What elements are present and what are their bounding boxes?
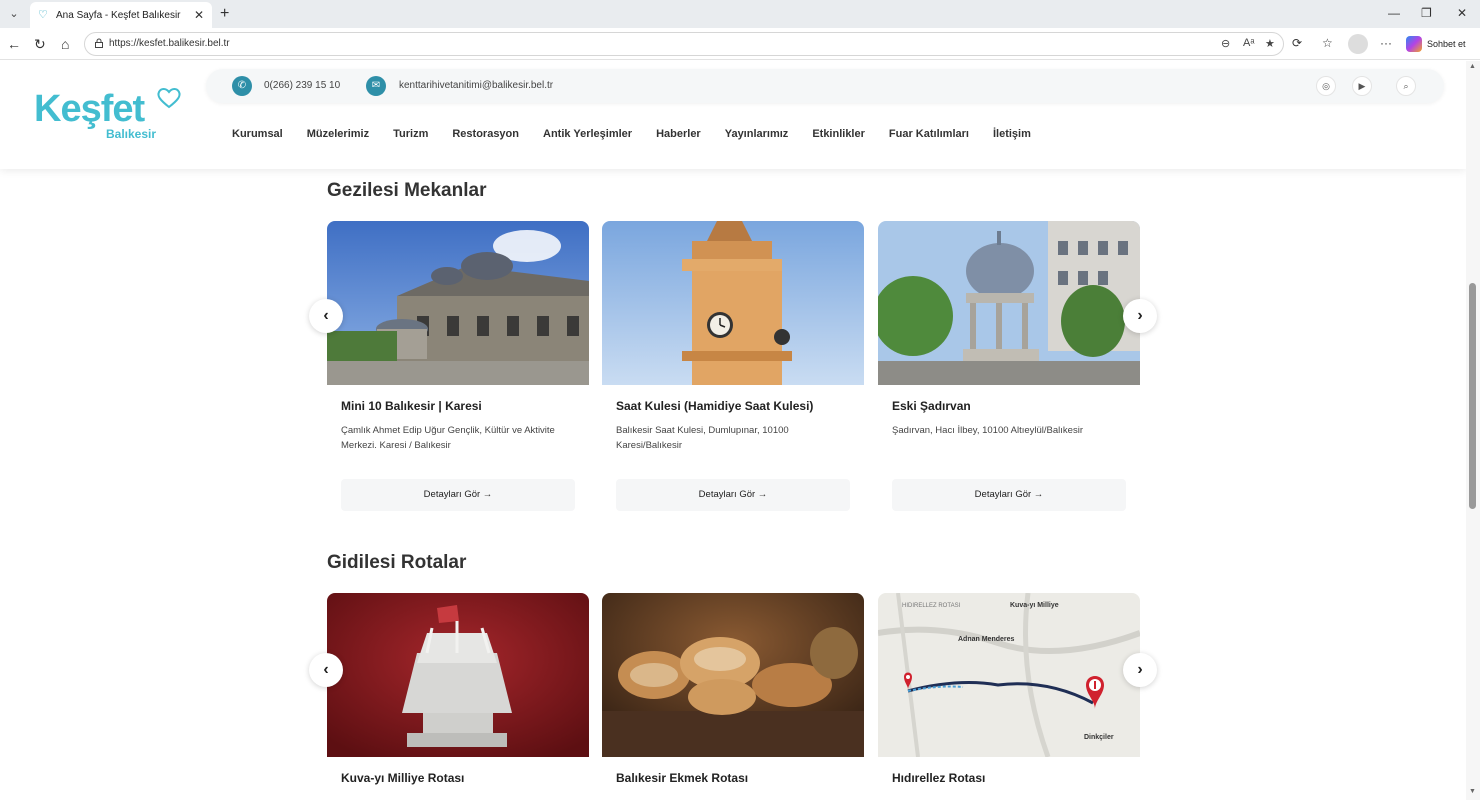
map-dinkciler-label: Dinkçiler xyxy=(1084,734,1114,741)
route-name: Hıdırellez Rotası xyxy=(892,771,986,785)
read-aloud-icon[interactable]: Aᵃ xyxy=(1243,37,1254,49)
scroll-up-icon[interactable]: ▲ xyxy=(1469,63,1476,70)
more-options-icon[interactable]: ··· xyxy=(1380,36,1392,50)
places-next-arrow-icon[interactable]: › xyxy=(1123,299,1157,333)
places-prev-arrow-icon[interactable]: ‹ xyxy=(309,299,343,333)
route-card[interactable]: Kuva-yı Milliye Rotası xyxy=(327,593,589,785)
heart-icon xyxy=(157,88,181,109)
scrollbar-thumb[interactable] xyxy=(1469,283,1476,509)
place-image-fountain xyxy=(878,221,1140,385)
copilot-button[interactable]: Sohbet et xyxy=(1406,36,1466,52)
email-address[interactable]: kenttarihivetanitimi@balikesir.bel.tr xyxy=(399,80,553,91)
place-name: Saat Kulesi (Hamidiye Saat Kulesi) xyxy=(616,399,814,413)
details-button[interactable]: Detayları Gör → xyxy=(892,479,1126,511)
details-button[interactable]: Detayları Gör → xyxy=(616,479,850,511)
lock-icon xyxy=(95,38,103,48)
menu-item-iletisim[interactable]: İletişim xyxy=(993,128,1031,140)
profile-avatar[interactable] xyxy=(1348,34,1368,54)
browser-toolbar: ← ↻ ⌂ https://kesfet.balikesir.bel.tr ⊖ … xyxy=(0,28,1480,60)
copilot-label: Sohbet et xyxy=(1427,39,1466,49)
places-section-title: Gezilesi Mekanlar xyxy=(327,180,487,201)
back-icon[interactable]: ← xyxy=(7,35,21,53)
main-menu: Kurumsal Müzelerimiz Turizm Restorasyon … xyxy=(232,128,1055,140)
email-icon: ✉ xyxy=(366,76,386,96)
routes-prev-arrow-icon[interactable]: ‹ xyxy=(309,653,343,687)
site-header: Keşfet Balıkesir ✆ 0(266) 239 15 10 ✉ ke… xyxy=(0,61,1466,169)
close-window-icon[interactable]: ✕ xyxy=(1457,6,1467,20)
menu-item-antik-yerlesimler[interactable]: Antik Yerleşimler xyxy=(543,128,632,140)
extensions-icon[interactable]: ⟳ xyxy=(1292,36,1302,50)
place-address: Çamlık Ahmet Edip Uğur Gençlik, Kültür v… xyxy=(341,425,555,451)
address-bar[interactable]: https://kesfet.balikesir.bel.tr ⊖ Aᵃ ★ xyxy=(84,32,1284,56)
route-name: Kuva-yı Milliye Rotası xyxy=(341,771,465,785)
instagram-icon[interactable]: ◎ xyxy=(1316,76,1336,96)
url-text: https://kesfet.balikesir.bel.tr xyxy=(109,38,230,49)
page-scrollbar[interactable]: ▲ ▼ xyxy=(1466,61,1480,800)
map-kuvayi-label: Kuva-yı Milliye xyxy=(1010,602,1059,609)
menu-item-kurumsal[interactable]: Kurumsal xyxy=(232,128,283,140)
place-image-clock-tower xyxy=(602,221,864,385)
place-address: Şadırvan, Hacı İlbey, 10100 Altıeylül/Ba… xyxy=(892,425,1083,436)
routes-section-title: Gidilesi Rotalar xyxy=(327,552,467,573)
route-card[interactable]: HIDIRELLEZ ROTASI Kuva-yı Milliye Adnan … xyxy=(878,593,1140,785)
route-image-monument xyxy=(327,593,589,757)
route-name: Balıkesir Ekmek Rotası xyxy=(616,771,749,785)
menu-item-haberler[interactable]: Haberler xyxy=(656,128,701,140)
restore-icon[interactable]: ❐ xyxy=(1421,6,1432,20)
scroll-down-icon[interactable]: ▼ xyxy=(1469,788,1476,795)
place-card[interactable]: Eski Şadırvan Şadırvan, Hacı İlbey, 1010… xyxy=(878,221,1140,511)
browser-tab[interactable]: ♡ Ana Sayfa - Keşfet Balıkesir ✕ xyxy=(30,2,212,28)
browser-tab-bar: ⌄ ♡ Ana Sayfa - Keşfet Balıkesir ✕ + — ❐… xyxy=(0,0,1480,28)
site-logo[interactable]: Keşfet Balıkesir xyxy=(34,88,181,141)
place-name: Mini 10 Balıkesir | Karesi xyxy=(341,399,482,413)
phone-number[interactable]: 0(266) 239 15 10 xyxy=(264,80,340,91)
map-title-label: HIDIRELLEZ ROTASI xyxy=(902,603,961,609)
menu-item-yayinlarimiz[interactable]: Yayınlarımız xyxy=(725,128,789,140)
route-card[interactable]: Balıkesir Ekmek Rotası xyxy=(602,593,864,785)
map-adnan-label: Adnan Menderes xyxy=(958,636,1015,643)
place-address: Balıkesir Saat Kulesi, Dumlupınar, 10100… xyxy=(616,425,789,451)
close-tab-icon[interactable]: ✕ xyxy=(194,8,204,22)
details-button[interactable]: Detayları Gör → xyxy=(341,479,575,511)
youtube-icon[interactable]: ▶ xyxy=(1352,76,1372,96)
phone-icon: ✆ xyxy=(232,76,252,96)
menu-item-fuar-katilimlari[interactable]: Fuar Katılımları xyxy=(889,128,969,140)
tab-title: Ana Sayfa - Keşfet Balıkesir xyxy=(56,9,181,21)
place-card[interactable]: Mini 10 Balıkesir | Karesi Çamlık Ahmet … xyxy=(327,221,589,511)
reload-icon[interactable]: ↻ xyxy=(34,35,46,53)
logo-subtitle: Balıkesir xyxy=(106,127,157,141)
route-image-bread xyxy=(602,593,864,757)
copilot-icon xyxy=(1406,36,1422,52)
contact-strip: ✆ 0(266) 239 15 10 ✉ kenttarihivetanitim… xyxy=(206,69,1444,103)
web-page: Keşfet Balıkesir ✆ 0(266) 239 15 10 ✉ ke… xyxy=(0,61,1466,800)
search-icon[interactable]: ⌕ xyxy=(1396,76,1416,96)
routes-next-arrow-icon[interactable]: › xyxy=(1123,653,1157,687)
menu-item-muzelerimiz[interactable]: Müzelerimiz xyxy=(307,128,369,140)
favorite-star-icon[interactable]: ★ xyxy=(1265,37,1275,50)
place-name: Eski Şadırvan xyxy=(892,399,971,413)
new-tab-icon[interactable]: + xyxy=(220,4,229,24)
home-icon[interactable]: ⌂ xyxy=(61,35,69,53)
place-image-mosque xyxy=(327,221,589,385)
zoom-icon[interactable]: ⊖ xyxy=(1221,37,1230,50)
route-image-map: HIDIRELLEZ ROTASI Kuva-yı Milliye Adnan … xyxy=(878,593,1140,757)
favorites-icon[interactable]: ☆ xyxy=(1322,36,1333,50)
tab-list-chevron-icon[interactable]: ⌄ xyxy=(4,4,24,24)
logo-text: Keşfet xyxy=(34,88,145,130)
minimize-icon[interactable]: — xyxy=(1388,6,1400,20)
place-card[interactable]: Saat Kulesi (Hamidiye Saat Kulesi) Balık… xyxy=(602,221,864,511)
menu-item-restorasyon[interactable]: Restorasyon xyxy=(452,128,519,140)
menu-item-turizm[interactable]: Turizm xyxy=(393,128,428,140)
menu-item-etkinlikler[interactable]: Etkinlikler xyxy=(812,128,865,140)
site-favicon-icon: ♡ xyxy=(38,9,48,21)
